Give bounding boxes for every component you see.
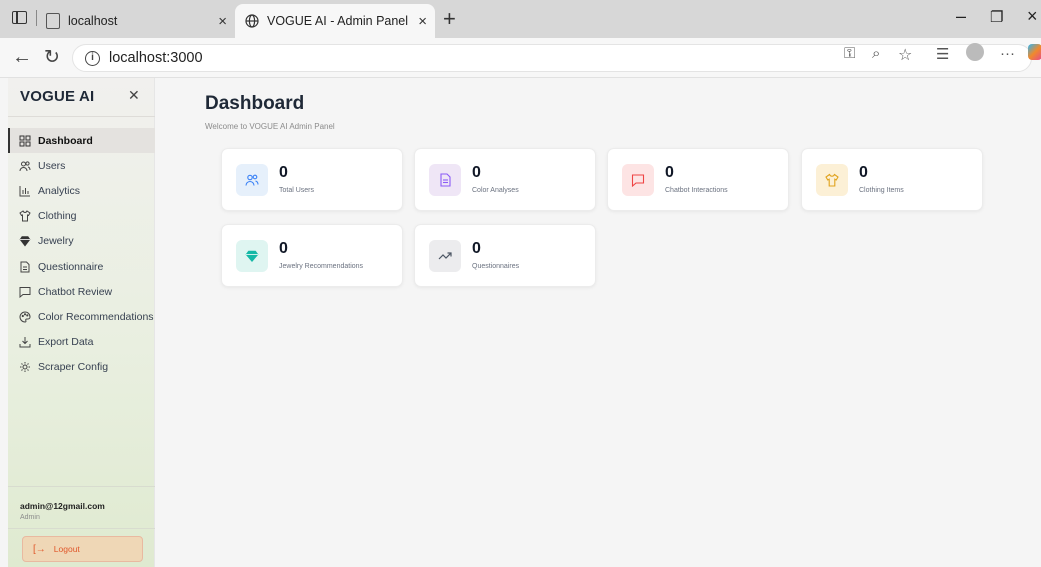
sidebar: VOGUE AI ✕ Dashboard Users Analytics Clo… (8, 78, 155, 567)
sidebar-item-label: Clothing (38, 210, 77, 223)
url-field[interactable]: i localhost:3000 (72, 44, 1032, 72)
sidebar-item-export-data[interactable]: Export Data (8, 330, 155, 355)
stat-card-questionnaires[interactable]: 0 Questionnaires (414, 224, 596, 287)
bar-chart-icon (19, 185, 31, 197)
sidebar-item-chatbot-review[interactable]: Chatbot Review (8, 279, 155, 304)
sidebar-item-users[interactable]: Users (8, 153, 155, 178)
page-subtitle: Welcome to VOGUE AI Admin Panel (205, 122, 335, 131)
stat-card-color-analyses[interactable]: 0 Color Analyses (414, 148, 596, 211)
browser-address-bar: ← ↻ i localhost:3000 ⚿ ⌕ ☆ ☰ ··· (0, 38, 1041, 78)
profile-avatar[interactable] (966, 43, 984, 61)
back-icon[interactable]: ← (12, 46, 32, 69)
info-icon[interactable]: i (85, 51, 100, 66)
user-email: admin@12gmail.com (20, 501, 105, 511)
refresh-icon[interactable]: ↻ (44, 46, 60, 69)
page-title: Dashboard (205, 93, 305, 114)
sidebar-item-jewelry[interactable]: Jewelry (8, 229, 155, 254)
logout-label: Logout (53, 544, 80, 554)
stat-label: Clothing Items (859, 187, 904, 194)
close-icon[interactable]: × (218, 13, 227, 30)
favorites-list-icon[interactable]: ☰ (936, 45, 949, 63)
logout-icon: [→ (33, 543, 46, 555)
page-icon (46, 13, 60, 29)
sidebar-item-dashboard[interactable]: Dashboard (8, 128, 155, 154)
sidebar-item-label: Dashboard (38, 134, 93, 147)
restore-icon[interactable]: ❐ (990, 8, 1003, 26)
divider (8, 486, 155, 487)
stat-card-clothing-items[interactable]: 0 Clothing Items (801, 148, 983, 211)
close-icon[interactable]: × (418, 13, 427, 30)
sidebar-item-analytics[interactable]: Analytics (8, 178, 155, 203)
sidebar-item-label: Export Data (38, 336, 94, 349)
brand-logo: VOGUE AI (20, 88, 95, 105)
stat-card-total-users[interactable]: 0 Total Users (221, 148, 403, 211)
admin-app: VOGUE AI ✕ Dashboard Users Analytics Clo… (0, 78, 1041, 567)
chat-icon (19, 286, 31, 298)
sidebar-nav: Dashboard Users Analytics Clothing Jewel… (8, 128, 155, 380)
tab-title: localhost (68, 14, 118, 28)
trend-icon (429, 240, 461, 272)
grid-icon (19, 135, 31, 147)
download-icon (19, 336, 31, 348)
minimize-icon[interactable]: – (956, 6, 966, 27)
tab-actions-icon[interactable] (12, 11, 27, 24)
stat-value: 0 (279, 164, 288, 181)
divider (8, 528, 155, 529)
chat-icon (622, 164, 654, 196)
sidebar-item-scraper-config[interactable]: Scraper Config (8, 355, 155, 380)
shirt-icon (19, 210, 31, 222)
browser-tab-bar: localhost × VOGUE AI - Admin Panel × + –… (0, 0, 1041, 38)
stat-value: 0 (472, 240, 481, 257)
sidebar-item-label: Scraper Config (38, 361, 109, 374)
gem-icon (236, 240, 268, 272)
stat-value: 0 (472, 164, 481, 181)
stat-value: 0 (665, 164, 674, 181)
sidebar-item-color-recommendations[interactable]: Color Recommendations (8, 304, 155, 329)
users-icon (236, 164, 268, 196)
browser-tab-localhost[interactable]: localhost × (40, 4, 235, 38)
sidebar-item-questionnaire[interactable]: Questionnaire (8, 254, 155, 279)
stat-label: Total Users (279, 187, 315, 194)
close-window-icon[interactable]: × (1027, 6, 1038, 27)
shirt-icon (816, 164, 848, 196)
stat-value: 0 (859, 164, 868, 181)
zoom-icon[interactable]: ⌕ (872, 45, 880, 62)
new-tab-icon[interactable]: + (443, 6, 456, 32)
stat-label: Jewelry Recommendations (279, 263, 364, 270)
stat-label: Questionnaires (472, 263, 520, 270)
key-icon[interactable]: ⚿ (844, 45, 855, 62)
users-icon (19, 160, 31, 172)
stat-label: Color Analyses (472, 187, 519, 194)
settings-icon (19, 361, 31, 373)
favorite-star-icon[interactable]: ☆ (898, 45, 912, 65)
stat-card-chatbot-interactions[interactable]: 0 Chatbot Interactions (607, 148, 789, 211)
sidebar-item-clothing[interactable]: Clothing (8, 204, 155, 229)
palette-icon (19, 311, 31, 323)
divider (8, 116, 155, 117)
more-menu-icon[interactable]: ··· (1000, 45, 1015, 62)
browser-tab-admin[interactable]: VOGUE AI - Admin Panel × (235, 4, 435, 38)
stat-card-jewelry-recommendations[interactable]: 0 Jewelry Recommendations (221, 224, 403, 287)
tab-title: VOGUE AI - Admin Panel (267, 14, 409, 28)
sidebar-item-label: Questionnaire (38, 260, 104, 273)
url-text: localhost:3000 (109, 50, 203, 66)
close-sidebar-icon[interactable]: ✕ (128, 87, 140, 104)
stat-value: 0 (279, 240, 288, 257)
sidebar-item-label: Chatbot Review (38, 285, 113, 298)
gem-icon (19, 235, 31, 247)
user-role: Admin (20, 514, 40, 521)
logout-button[interactable]: [→ Logout (22, 536, 143, 562)
document-icon (19, 261, 31, 273)
globe-icon (245, 14, 259, 28)
sidebar-item-label: Jewelry (38, 235, 74, 248)
copilot-icon[interactable] (1028, 44, 1041, 60)
tab-separator (36, 10, 37, 26)
document-icon (429, 164, 461, 196)
sidebar-item-label: Users (38, 159, 66, 172)
stat-label: Chatbot Interactions (665, 187, 728, 194)
sidebar-item-label: Color Recommendations (38, 310, 154, 323)
sidebar-item-label: Analytics (38, 184, 81, 197)
